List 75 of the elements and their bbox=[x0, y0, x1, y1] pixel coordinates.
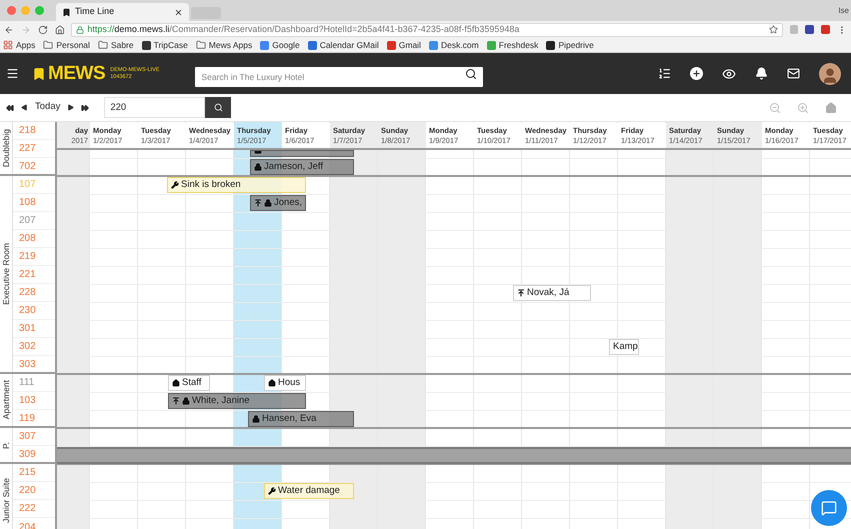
mail-icon[interactable] bbox=[787, 67, 800, 80]
lock-icon bbox=[182, 397, 190, 405]
grid-icon bbox=[3, 40, 13, 50]
room-category-label: Apartment bbox=[0, 380, 12, 420]
folder-icon bbox=[196, 40, 206, 50]
logo[interactable]: MEWS bbox=[48, 64, 106, 83]
arrow-up-bar-icon bbox=[254, 199, 262, 207]
maintenance-bar[interactable]: Water damage bbox=[264, 483, 354, 499]
lock-icon bbox=[252, 415, 260, 423]
wrench-icon bbox=[268, 487, 276, 495]
search-icon[interactable] bbox=[465, 68, 478, 80]
maintenance-bar[interactable]: Sink is broken bbox=[167, 177, 306, 193]
bookmark-item[interactable]: Pipedrive bbox=[546, 38, 594, 52]
browser-tab[interactable]: Time Line bbox=[56, 3, 189, 21]
star-icon[interactable] bbox=[768, 25, 778, 34]
house-icon bbox=[268, 379, 276, 387]
close-icon[interactable] bbox=[174, 8, 183, 16]
forward-icon[interactable] bbox=[67, 104, 74, 111]
reload-icon[interactable] bbox=[38, 24, 48, 34]
bookmark-item[interactable]: Calendar GMail bbox=[308, 38, 379, 52]
list-icon[interactable] bbox=[658, 67, 671, 80]
bookmark-item[interactable]: Personal bbox=[43, 38, 90, 52]
avatar[interactable] bbox=[819, 62, 841, 84]
url-path: /Commander/Reservation/Dashboard?HotelId=2b5a4f41-b367-4235-a08f-f5fb3595948a bbox=[169, 22, 520, 36]
folder-icon bbox=[43, 40, 54, 50]
room-category-label: Executive Room bbox=[0, 243, 12, 305]
bookmark-icon bbox=[62, 8, 71, 16]
bookmark-item[interactable]: Google bbox=[260, 38, 300, 52]
booking-bar[interactable]: White, Janine bbox=[168, 393, 306, 409]
room-category-label: Doublebig bbox=[0, 128, 12, 168]
url-scheme: https:// bbox=[87, 22, 114, 36]
reservation-bar[interactable]: Kamp bbox=[609, 339, 639, 355]
chat-bubble-icon bbox=[821, 500, 837, 516]
flag-logo-icon bbox=[32, 66, 46, 80]
url-host: demo.mews.li bbox=[114, 22, 170, 36]
room-category-label: Junior Suite bbox=[0, 478, 12, 522]
eye-icon[interactable] bbox=[722, 66, 736, 80]
menu-icon[interactable] bbox=[6, 67, 19, 80]
today-button[interactable]: Today bbox=[35, 100, 60, 115]
wrench-icon bbox=[171, 181, 179, 189]
room-category-label: P. bbox=[0, 442, 12, 448]
address-field[interactable]: https://demo.mews.li/Commander/Reservation/Dashboard?HotelId=2b5a4f41-b367-4235-a08f-f5fb3595948a bbox=[71, 22, 783, 36]
search-field[interactable]: Search in The Luxury Hotel bbox=[195, 66, 484, 86]
booking-bar[interactable]: Jameson, Jeff bbox=[250, 159, 354, 175]
bookmark-item[interactable]: TripCase bbox=[142, 38, 188, 52]
housekeeping-bar[interactable]: Staff bbox=[168, 375, 210, 391]
lock-icon bbox=[264, 199, 272, 207]
booking-bar[interactable]: Jones, bbox=[250, 195, 306, 211]
search-button[interactable] bbox=[205, 97, 232, 118]
house-icon bbox=[172, 379, 180, 387]
bookmark-item[interactable]: Mews Apps bbox=[196, 38, 252, 52]
fast-back-icon[interactable] bbox=[6, 104, 14, 112]
bell-icon[interactable] bbox=[755, 67, 768, 80]
lock-icon bbox=[76, 26, 84, 34]
profile-name[interactable]: Ise bbox=[838, 4, 851, 16]
arrow-up-bar-icon bbox=[172, 397, 180, 405]
fast-forward-icon[interactable] bbox=[81, 104, 90, 112]
back-icon[interactable] bbox=[21, 104, 28, 111]
arrow-up-bar-icon bbox=[517, 289, 525, 297]
bookmark-item[interactable]: Gmail bbox=[386, 38, 421, 52]
bookmark-item[interactable]: Freshdesk bbox=[486, 38, 538, 52]
bookmark-item[interactable]: Desk.com bbox=[428, 38, 479, 52]
booking-bar[interactable] bbox=[250, 150, 354, 157]
bookmark-item[interactable]: Sabre bbox=[98, 38, 134, 52]
back-icon[interactable] bbox=[4, 24, 14, 34]
booking-bar[interactable]: Hansen, Eva bbox=[248, 411, 354, 427]
home-icon[interactable] bbox=[54, 24, 64, 34]
folder-icon bbox=[98, 40, 108, 50]
bookmark-item[interactable]: Apps bbox=[3, 38, 36, 52]
lock-icon bbox=[254, 163, 262, 171]
search-icon bbox=[214, 103, 223, 112]
reservation-bar[interactable]: Novak, Já bbox=[513, 285, 591, 301]
add-icon[interactable] bbox=[690, 67, 703, 80]
housekeeping-bar[interactable]: Hous bbox=[264, 375, 306, 391]
room-search-field[interactable]: 220 bbox=[104, 97, 206, 118]
